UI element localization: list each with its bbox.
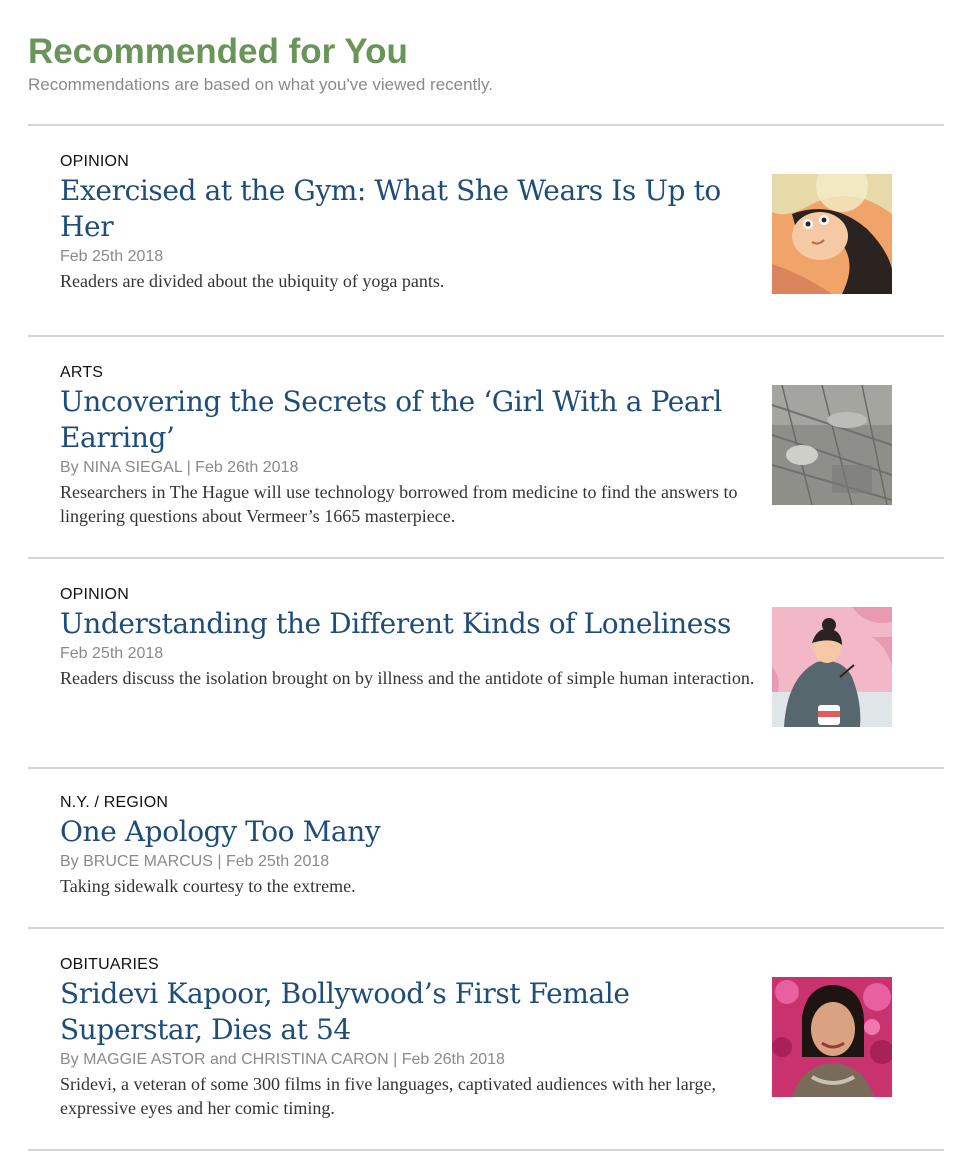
section-kicker[interactable]: OPINION xyxy=(60,152,760,172)
article-summary: Readers discuss the isolation brought on… xyxy=(60,668,755,688)
recommendation-list: OPINION Exercised at the Gym: What She W… xyxy=(28,124,944,1151)
article-thumbnail[interactable] xyxy=(772,977,892,1097)
list-item: ARTS Uncovering the Secrets of the ‘Girl… xyxy=(28,335,944,557)
list-item: OPINION Understanding the Different Kind… xyxy=(28,557,944,767)
article-byline: By NINA SIEGAL | Feb 26th 2018 xyxy=(60,459,299,476)
page-subtitle: Recommendations are based on what you've… xyxy=(28,75,494,94)
section-kicker[interactable]: OBITUARIES xyxy=(60,955,760,975)
article-summary: Researchers in The Hague will use techno… xyxy=(60,482,738,526)
list-item: OBITUARIES Sridevi Kapoor, Bollywood’s F… xyxy=(28,927,944,1151)
article-thumbnail[interactable] xyxy=(772,385,892,505)
page-title: Recommended for You xyxy=(28,32,408,71)
article-summary: Readers are divided about the ubiquity o… xyxy=(60,271,445,291)
painting-scan-image-icon xyxy=(772,385,892,505)
article-byline: Feb 25th 2018 xyxy=(60,645,164,662)
portrait-photo-icon xyxy=(772,977,892,1097)
article-byline: Feb 25th 2018 xyxy=(60,248,164,265)
article-headline-link[interactable]: Sridevi Kapoor, Bollywood’s First Female… xyxy=(60,976,760,1048)
article-headline-link[interactable]: Uncovering the Secrets of the ‘Girl With… xyxy=(60,384,760,456)
section-kicker[interactable]: OPINION xyxy=(60,585,760,605)
list-item: N.Y. / REGION One Apology Too Many By BR… xyxy=(28,767,944,927)
person-with-cup-illustration-icon xyxy=(772,607,892,727)
article-headline-link[interactable]: One Apology Too Many xyxy=(60,814,760,850)
article-thumbnail[interactable] xyxy=(772,174,892,294)
article-thumbnail[interactable] xyxy=(772,607,892,727)
list-item: OPINION Exercised at the Gym: What She W… xyxy=(28,124,944,335)
section-kicker[interactable]: N.Y. / REGION xyxy=(60,793,760,813)
article-summary: Sridevi, a veteran of some 300 films in … xyxy=(60,1074,716,1118)
recommendations-header: Recommended for You Recommendations are … xyxy=(28,30,944,96)
section-kicker[interactable]: ARTS xyxy=(60,363,760,383)
article-byline: By MAGGIE ASTOR and CHRISTINA CARON | Fe… xyxy=(60,1051,505,1068)
article-byline: By BRUCE MARCUS | Feb 25th 2018 xyxy=(60,853,330,870)
article-headline-link[interactable]: Understanding the Different Kinds of Lon… xyxy=(60,606,760,642)
article-summary: Taking sidewalk courtesy to the extreme. xyxy=(60,876,356,896)
article-headline-link[interactable]: Exercised at the Gym: What She Wears Is … xyxy=(60,173,760,245)
woman-lying-illustration-icon xyxy=(772,174,892,294)
